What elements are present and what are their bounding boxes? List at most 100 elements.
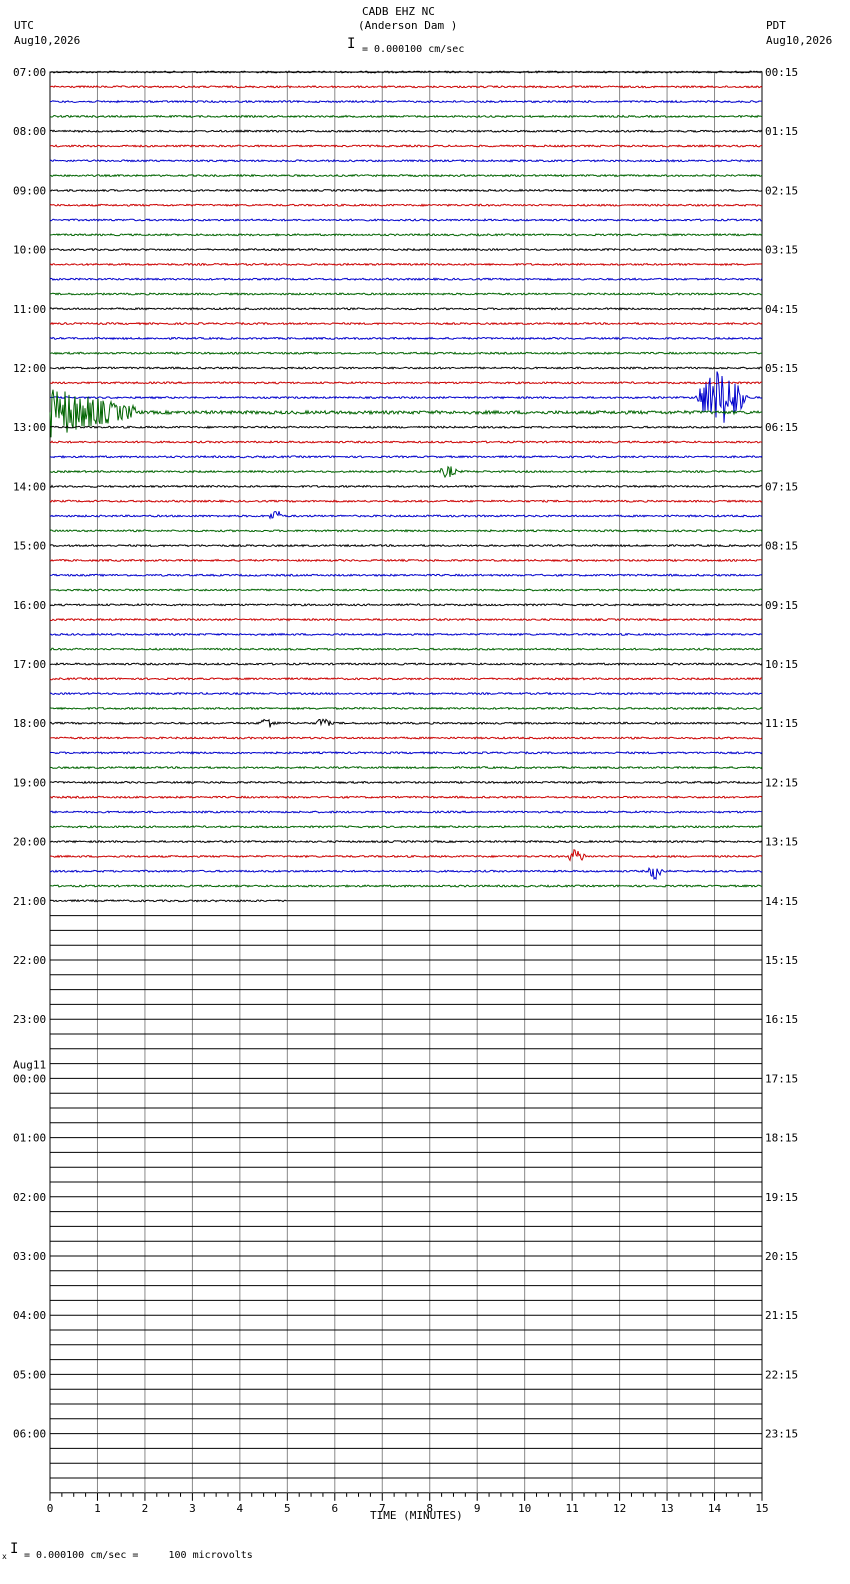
right-time-label: 19:15 [765,1191,798,1204]
scale-bar-icon: I [347,36,356,52]
left-time-label: 15:00 [13,540,46,553]
right-date: Aug10,2026 [766,34,833,47]
trace-line [49,810,763,814]
right-time-label: 16:15 [765,1013,798,1026]
footer-scale-icon: I [10,1541,19,1557]
x-tick-label: 10 [518,1502,531,1515]
right-time-label: 08:15 [765,540,798,553]
left-time-label: 06:00 [13,1428,46,1441]
trace-line [49,848,763,862]
trace-line [49,780,763,785]
left-time-label: 18:00 [13,717,46,730]
scale-label: = 0.000100 cm/sec [362,44,465,55]
left-time-label: 11:00 [13,303,46,316]
trace-line [49,262,763,267]
trace-line [49,898,287,903]
trace-line [49,510,763,520]
trace-line [49,465,763,479]
right-time-label: 10:15 [765,658,798,671]
trace-line [49,232,763,237]
left-time-label: 12:00 [13,362,46,375]
trace-line [49,750,763,755]
left-time-label: 17:00 [13,658,46,671]
trace-line [49,247,763,252]
right-time-label: 21:15 [765,1309,798,1322]
trace-line [49,366,763,370]
trace-line [49,617,763,622]
trace-line [49,499,763,504]
left-time-label: 00:00 [13,1072,46,1085]
right-time-label: 01:15 [765,125,798,138]
trace-line [49,440,763,444]
right-time-label: 04:15 [765,303,798,316]
station-location: (Anderson Dam ) [358,19,458,32]
footer-scale-note: = 0.000100 cm/sec = 100 microvolts [24,1550,253,1561]
x-tick-label: 11 [566,1502,579,1515]
station-title: CADB EHZ NC [362,5,435,18]
left-time-label: 03:00 [13,1250,46,1263]
trace-line [49,718,763,728]
trace-line [49,381,763,385]
trace-line [49,144,763,148]
trace-line [49,188,763,193]
trace-line [50,99,763,104]
left-timezone: UTC [14,19,34,32]
trace-line [49,218,763,222]
trace-line [49,795,763,799]
x-tick-label: 9 [474,1502,481,1515]
x-tick-label: 5 [284,1502,291,1515]
left-time-label: 22:00 [13,954,46,967]
trace-line [49,632,763,637]
right-time-label: 22:15 [765,1368,798,1381]
trace-line [49,825,763,829]
left-date-label: Aug11 [13,1058,46,1071]
right-time-label: 18:15 [765,1132,798,1145]
trace-line [49,454,763,459]
trace-line [49,736,763,740]
trace-line [49,839,763,844]
trace-line [49,292,762,296]
right-time-label: 12:15 [765,776,798,789]
right-time-label: 05:15 [765,362,798,375]
trace-line [49,484,762,489]
left-time-label: 23:00 [13,1013,46,1026]
trace-line [49,867,763,881]
x-tick-label: 12 [613,1502,626,1515]
trace-line [49,691,763,696]
trace-line [49,321,763,326]
trace-line [49,647,763,651]
trace-line [49,129,763,133]
footer-mark: x [2,1552,7,1561]
left-time-label: 16:00 [13,599,46,612]
right-time-label: 00:15 [765,66,798,79]
trace-line [49,85,763,89]
x-tick-label: 13 [660,1502,673,1515]
x-axis-title: TIME (MINUTES) [370,1509,463,1522]
trace-group [49,70,763,1479]
x-tick-label: 4 [237,1502,244,1515]
trace-line [49,765,763,770]
left-time-label: 01:00 [13,1132,46,1145]
trace-line [49,543,762,548]
left-time-label: 21:00 [13,895,46,908]
left-time-label: 10:00 [13,244,46,257]
right-time-label: 09:15 [765,599,798,612]
right-time-label: 13:15 [765,836,798,849]
trace-line [49,528,763,533]
x-tick-label: 15 [755,1502,768,1515]
right-time-label: 14:15 [765,895,798,908]
left-time-label: 02:00 [13,1191,46,1204]
right-time-label: 15:15 [765,954,798,967]
right-time-label: 23:15 [765,1428,798,1441]
left-time-label: 09:00 [13,184,46,197]
left-date: Aug10,2026 [14,34,81,47]
right-time-label: 11:15 [765,717,798,730]
trace-line [49,425,763,430]
x-tick-label: 1 [94,1502,101,1515]
trace-line [49,173,763,178]
x-tick-label: 2 [142,1502,149,1515]
x-tick-label: 3 [189,1502,196,1515]
trace-line [49,706,763,711]
trace-line [50,351,763,356]
trace-line [49,277,763,282]
